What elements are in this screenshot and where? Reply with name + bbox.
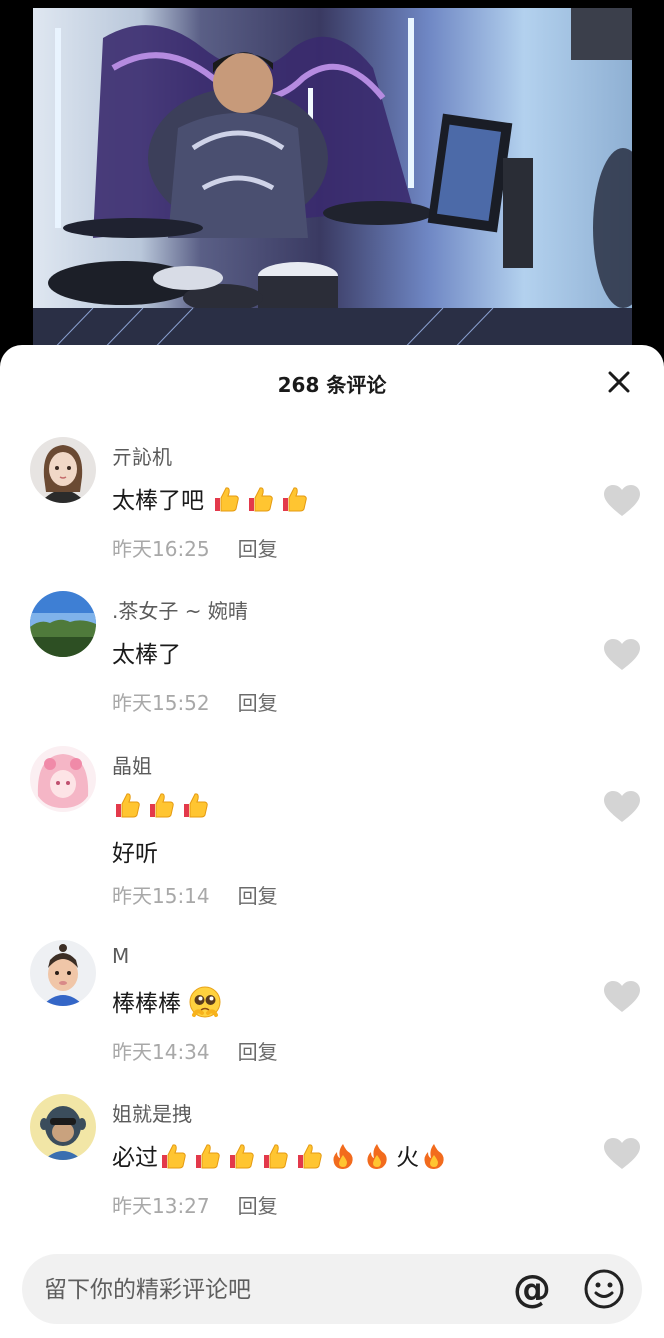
close-icon[interactable] xyxy=(604,367,634,397)
reply-button[interactable]: 回复 xyxy=(238,884,278,908)
pleading-face-emoji xyxy=(188,985,222,1019)
comment-meta: 昨天14:34 回复 xyxy=(112,1036,278,1065)
smile-icon[interactable] xyxy=(582,1267,626,1311)
comment-time: 昨天16:25 xyxy=(112,537,210,561)
heart-icon[interactable] xyxy=(603,484,641,518)
heart-icon[interactable] xyxy=(603,638,641,672)
avatar[interactable] xyxy=(30,746,96,812)
avatar[interactable] xyxy=(30,940,96,1006)
comment-input-bar: @ xyxy=(22,1254,642,1326)
reply-button[interactable]: 回复 xyxy=(238,1194,278,1218)
comment-meta: 昨天16:25 回复 xyxy=(112,533,278,562)
heart-icon[interactable] xyxy=(603,980,641,1014)
thumbs-up-emoji xyxy=(112,790,142,820)
comment-text-content: 必过 xyxy=(112,1145,158,1171)
comment-author[interactable]: .茶女子 ~ 婉晴 xyxy=(112,595,248,624)
video-player[interactable] xyxy=(0,0,664,360)
avatar-pink-anime-image xyxy=(30,746,96,812)
reply-button[interactable]: 回复 xyxy=(238,1040,278,1064)
comment-text: 棒棒棒 xyxy=(112,984,226,1019)
comment-text-content: 棒棒棒 xyxy=(112,991,181,1017)
comment-author[interactable]: M xyxy=(112,944,129,968)
comment-time: 昨天13:27 xyxy=(112,1194,210,1218)
comment-text: 好听 xyxy=(112,841,158,867)
thumbs-up-emoji xyxy=(279,484,309,514)
video-frame xyxy=(33,8,632,360)
fire-emoji xyxy=(419,1141,449,1171)
fire-emoji xyxy=(328,1141,358,1171)
thumbs-up-emoji xyxy=(192,1141,222,1171)
thumbs-up-emoji xyxy=(146,790,176,820)
comment-count-title: 268 条评论 xyxy=(277,373,387,397)
comment-author[interactable]: 姐就是拽 xyxy=(112,1098,192,1127)
thumbs-up-emoji xyxy=(245,484,275,514)
avatar[interactable] xyxy=(30,1094,96,1160)
comment-emoji-line xyxy=(112,790,214,820)
heart-icon[interactable] xyxy=(603,1137,641,1171)
thumbs-up-emoji xyxy=(211,484,241,514)
comment-item: M 棒棒棒 昨天14:34 回复 xyxy=(0,940,664,1090)
comment-text-content: 太棒了吧 xyxy=(112,488,204,514)
avatar[interactable] xyxy=(30,437,96,503)
comment-time: 昨天15:52 xyxy=(112,691,210,715)
heart-icon[interactable] xyxy=(603,790,641,824)
comment-meta: 昨天15:52 回复 xyxy=(112,687,278,716)
comment-author[interactable]: 亓訫机 xyxy=(112,441,172,470)
comment-meta: 昨天13:27 回复 xyxy=(112,1190,278,1219)
comment-item: 姐就是拽 必过 火 昨天13:27 回复 xyxy=(0,1094,664,1244)
comment-input[interactable] xyxy=(42,1254,506,1326)
at-mention-icon[interactable]: @ xyxy=(510,1268,554,1312)
comment-meta: 昨天15:14 回复 xyxy=(112,880,278,909)
comments-sheet: 268 条评论 亓訫机 太棒了吧 昨天16:25 回复 .茶女子 ~ 婉晴 太棒… xyxy=(0,345,664,1338)
avatar-landscape-image xyxy=(30,591,96,657)
comment-text: 必过 火 xyxy=(112,1138,453,1172)
drummer-video-still xyxy=(33,8,632,360)
comment-author[interactable]: 晶姐 xyxy=(112,750,152,779)
avatar-ape-image xyxy=(30,1094,96,1160)
reply-button[interactable]: 回复 xyxy=(238,691,278,715)
thumbs-up-emoji xyxy=(158,1141,188,1171)
avatar[interactable] xyxy=(30,591,96,657)
comment-time: 昨天15:14 xyxy=(112,884,210,908)
thumbs-up-emoji xyxy=(226,1141,256,1171)
comment-item: 亓訫机 太棒了吧 昨天16:25 回复 xyxy=(0,437,664,587)
comment-text: 太棒了吧 xyxy=(112,481,313,515)
comment-item: .茶女子 ~ 婉晴 太棒了 昨天15:52 回复 xyxy=(0,591,664,741)
thumbs-up-emoji xyxy=(294,1141,324,1171)
comment-text-fire-char: 火 xyxy=(396,1145,419,1171)
thumbs-up-emoji xyxy=(180,790,210,820)
comment-text: 太棒了 xyxy=(112,642,181,668)
fire-emoji xyxy=(362,1141,392,1171)
comment-item: 晶姐 好听 昨天15:14 回复 xyxy=(0,746,664,908)
avatar-girl-image xyxy=(30,437,96,503)
thumbs-up-emoji xyxy=(260,1141,290,1171)
reply-button[interactable]: 回复 xyxy=(238,537,278,561)
comment-time: 昨天14:34 xyxy=(112,1040,210,1064)
avatar-child-image xyxy=(30,940,96,1006)
